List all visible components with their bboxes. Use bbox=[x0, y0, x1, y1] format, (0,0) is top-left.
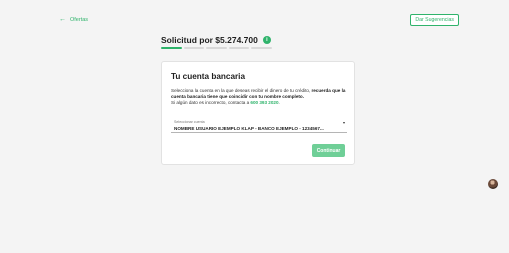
step-progress bbox=[161, 47, 272, 49]
progress-step bbox=[183, 47, 204, 49]
give-suggestions-button[interactable]: Dar Sugerencias bbox=[410, 14, 459, 26]
card-title: Tu cuenta bancaria bbox=[171, 72, 246, 81]
progress-step bbox=[228, 47, 249, 49]
top-bar: ← Ofertas Dar Sugerencias bbox=[0, 14, 509, 28]
bank-account-card: Tu cuenta bancaria Selecciona la cuenta … bbox=[161, 61, 355, 165]
chevron-down-icon bbox=[343, 122, 345, 124]
contact-phone-link[interactable]: 600 393 2020 bbox=[250, 100, 278, 105]
continue-button[interactable]: Continuar bbox=[312, 144, 345, 157]
account-select-label: Seleccionar cuenta bbox=[174, 120, 205, 124]
progress-step bbox=[206, 47, 227, 49]
description-contact-text: Si algún dato es incorrecto, contacta a bbox=[171, 100, 251, 106]
page-title: Solicitud por $5.274.700 bbox=[161, 35, 258, 45]
info-icon[interactable]: i bbox=[262, 36, 271, 44]
progress-step bbox=[161, 47, 182, 49]
arrow-left-icon: ← bbox=[59, 16, 66, 23]
account-select-value: NOMBRE USUARIO EJEMPLO KLAP - BANCO EJEM… bbox=[174, 126, 324, 131]
request-heading: Solicitud por $5.274.700 i bbox=[161, 35, 271, 45]
progress-step bbox=[251, 47, 272, 49]
account-select[interactable]: Seleccionar cuenta NOMBRE USUARIO EJEMPL… bbox=[171, 118, 347, 133]
description-text: Selecciona la cuenta en la que deseas re… bbox=[171, 88, 312, 93]
description-end: . bbox=[278, 100, 280, 106]
card-description: Selecciona la cuenta en la que deseas re… bbox=[171, 88, 349, 107]
back-link-label: Ofertas bbox=[70, 16, 89, 23]
avatar[interactable] bbox=[488, 179, 498, 189]
back-to-offers-link[interactable]: ← Ofertas bbox=[59, 16, 88, 23]
